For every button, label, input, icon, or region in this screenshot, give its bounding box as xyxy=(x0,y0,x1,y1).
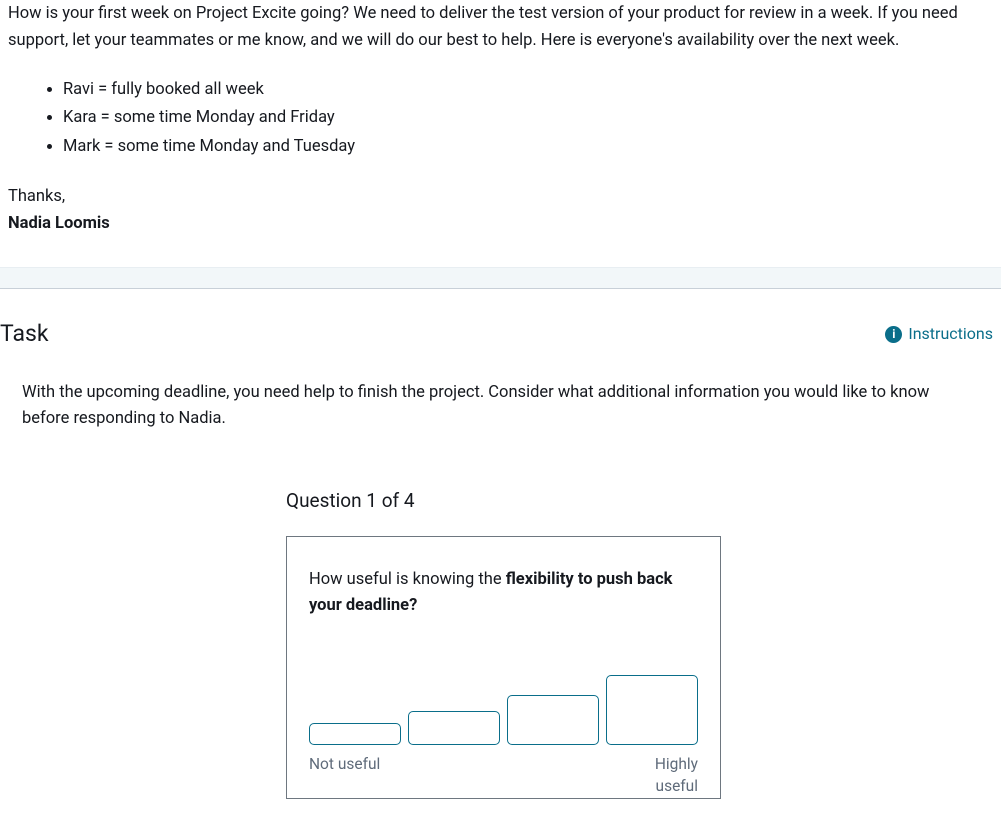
task-header: Task i Instructions xyxy=(0,317,993,352)
email-signoff: Thanks, Nadia Loomis xyxy=(8,183,993,237)
task-prompt: With the upcoming deadline, you need hel… xyxy=(0,380,993,433)
email-section: How is your first week on Project Excite… xyxy=(0,0,1001,267)
rating-bars xyxy=(309,675,698,745)
availability-list: Ravi = fully booked all week Kara = some… xyxy=(63,76,993,160)
question-counter: Question 1 of 4 xyxy=(286,487,993,516)
list-item: Mark = some time Monday and Tuesday xyxy=(63,133,993,161)
email-body: How is your first week on Project Excite… xyxy=(8,0,993,54)
task-title: Task xyxy=(0,317,49,352)
rating-label-high: Highly useful xyxy=(655,753,698,798)
rating-option-4[interactable] xyxy=(606,675,698,745)
rating-option-1[interactable] xyxy=(309,723,401,745)
question-text: How useful is knowing the flexibility to… xyxy=(309,567,698,620)
instructions-label: Instructions xyxy=(908,322,993,346)
rating-option-2[interactable] xyxy=(408,711,500,745)
info-icon: i xyxy=(885,326,902,343)
task-section: Task i Instructions With the upcoming de… xyxy=(0,289,1001,799)
question-text-prefix: How useful is knowing the xyxy=(309,570,506,589)
signoff-text: Thanks, xyxy=(8,187,65,206)
list-item: Ravi = fully booked all week xyxy=(63,76,993,104)
question-container: Question 1 of 4 How useful is knowing th… xyxy=(286,487,993,798)
instructions-link[interactable]: i Instructions xyxy=(885,322,993,346)
rating-labels: Not useful Highly useful xyxy=(309,753,698,798)
list-item: Kara = some time Monday and Friday xyxy=(63,104,993,132)
section-divider xyxy=(0,267,1001,289)
rating-option-3[interactable] xyxy=(507,695,599,745)
signoff-name: Nadia Loomis xyxy=(8,214,110,233)
question-card: How useful is knowing the flexibility to… xyxy=(286,536,721,799)
rating-label-low: Not useful xyxy=(309,753,380,798)
